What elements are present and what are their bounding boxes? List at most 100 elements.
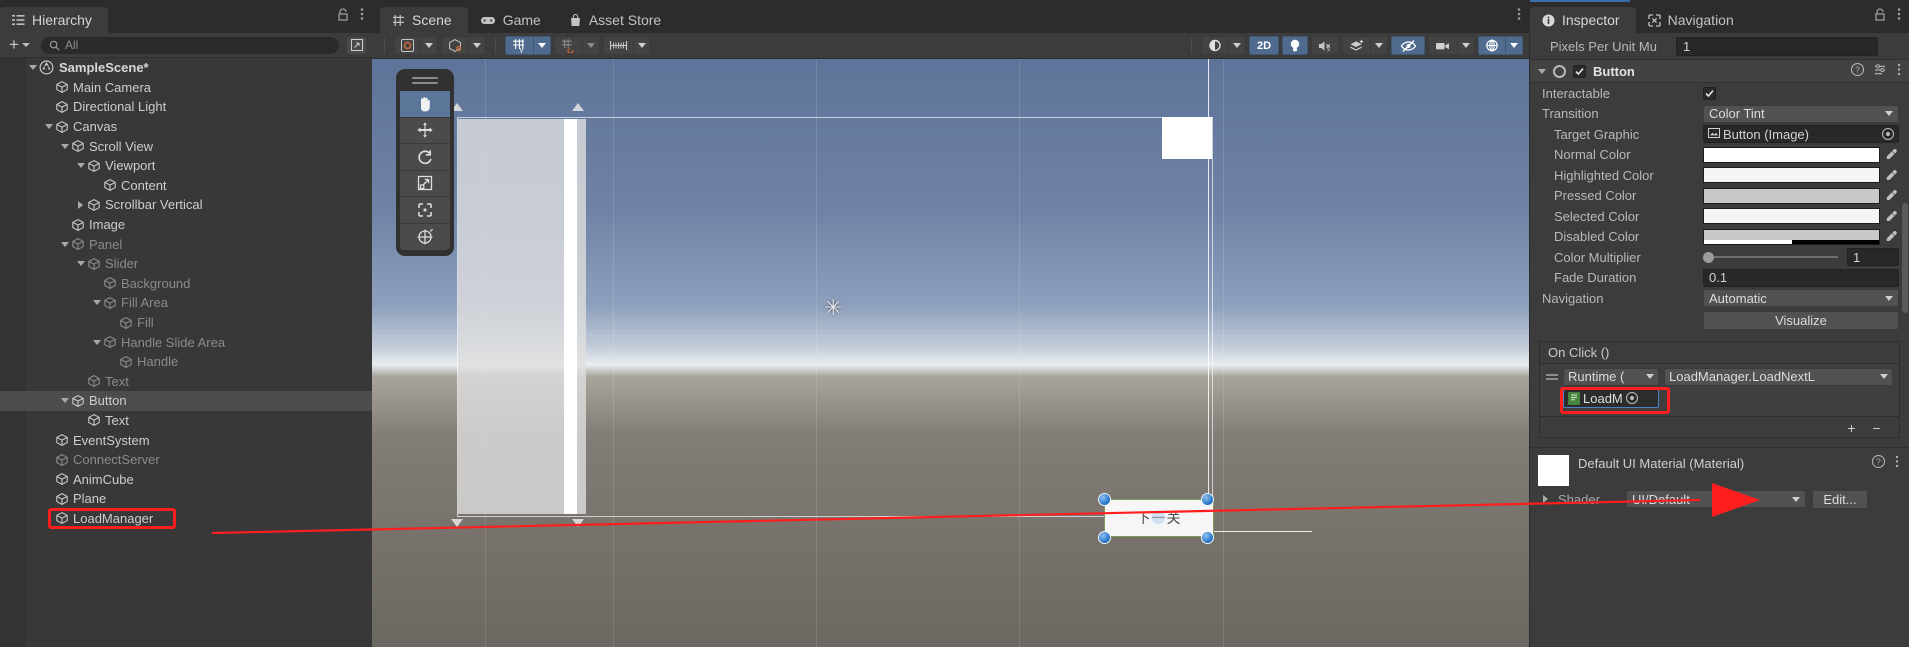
preset-icon[interactable] <box>1874 63 1887 79</box>
navigation-dropdown[interactable]: Automatic <box>1703 289 1899 308</box>
handle-rotation-button[interactable] <box>441 36 486 55</box>
hierarchy-item-handle-slide-area[interactable]: Handle Slide Area <box>0 332 372 352</box>
expand-toggle[interactable] <box>42 124 55 130</box>
canvas-handle-bl[interactable] <box>451 519 463 527</box>
disabled-color-swatch[interactable] <box>1703 228 1880 245</box>
hierarchy-item-panel[interactable]: Panel <box>0 234 372 254</box>
hand-tool[interactable] <box>400 91 450 118</box>
lock-icon[interactable] <box>337 7 349 24</box>
canvas-handle-bm[interactable] <box>572 519 584 527</box>
visualize-button[interactable]: Visualize <box>1703 311 1899 330</box>
kebab-menu-icon[interactable] <box>1517 7 1521 24</box>
eyedropper-button[interactable] <box>1883 189 1899 202</box>
shader-edit-button[interactable]: Edit... <box>1812 489 1868 509</box>
normal-color-swatch[interactable] <box>1703 146 1880 163</box>
expand-toggle[interactable] <box>74 163 87 169</box>
interactable-checkbox[interactable] <box>1703 86 1716 100</box>
grid-visibility-dropdown[interactable] <box>582 36 600 55</box>
scene-viewport[interactable]: ✳ <box>372 59 1529 647</box>
expand-toggle[interactable] <box>74 261 87 267</box>
help-icon[interactable]: ? <box>1871 454 1886 471</box>
slider-knob[interactable] <box>1703 252 1714 264</box>
kebab-menu-icon[interactable] <box>1895 455 1899 471</box>
pressed-color-swatch[interactable] <box>1703 187 1880 204</box>
tab-scene[interactable]: Scene <box>380 7 468 33</box>
collapse-toggle[interactable] <box>74 200 87 209</box>
scene-audio-button[interactable]: x <box>1311 36 1339 55</box>
expand-toggle[interactable] <box>58 143 71 149</box>
tab-inspector[interactable]: Inspector <box>1530 7 1636 33</box>
hierarchy-item-scrollbar-vertical[interactable]: Scrollbar Vertical <box>0 195 372 215</box>
event-function-dropdown[interactable]: LoadManager.LoadNextL <box>1664 367 1893 386</box>
hierarchy-item-button[interactable]: Button <box>0 391 372 411</box>
scene-fx-dropdown[interactable] <box>1370 36 1388 55</box>
hierarchy-item-plane[interactable]: Plane <box>0 489 372 509</box>
scene-lighting-button[interactable] <box>1282 36 1308 55</box>
rotate-tool[interactable] <box>400 144 450 171</box>
hierarchy-item-viewport[interactable]: Viewport <box>0 156 372 176</box>
event-target-object-field[interactable]: LoadM <box>1563 388 1659 408</box>
object-picker-icon[interactable] <box>1625 392 1638 404</box>
hierarchy-item-scroll-view[interactable]: Scroll View <box>0 136 372 156</box>
hierarchy-item-samplescene[interactable]: SampleScene* <box>0 58 372 78</box>
hierarchy-expand-button[interactable] <box>347 36 366 54</box>
expand-toggle[interactable] <box>26 65 39 71</box>
hierarchy-item-loadmanager[interactable]: LoadManager <box>0 507 372 529</box>
hierarchy-item-connectserver[interactable]: ConnectServer <box>0 450 372 470</box>
reorder-grip-icon[interactable] <box>1546 373 1558 380</box>
grid-axis-y-icon[interactable]: y <box>505 36 533 55</box>
expand-toggle[interactable] <box>58 398 71 404</box>
pivot-mode-button[interactable] <box>394 36 438 55</box>
expand-toggle[interactable] <box>90 339 103 345</box>
hierarchy-item-background[interactable]: Background <box>0 274 372 294</box>
material-foldout-toggle[interactable] <box>1538 495 1552 503</box>
gizmos-dropdown[interactable] <box>1505 36 1523 55</box>
resize-handle-tl[interactable] <box>1098 493 1111 506</box>
hierarchy-item-handle[interactable]: Handle <box>0 352 372 372</box>
chevron-down-icon[interactable] <box>1538 68 1546 74</box>
highlighted-color-swatch[interactable] <box>1703 167 1880 184</box>
eyedropper-button[interactable] <box>1883 210 1899 223</box>
expand-toggle[interactable] <box>90 300 103 306</box>
hierarchy-item-main-camera[interactable]: Main Camera <box>0 78 372 98</box>
shading-sphere-icon[interactable] <box>1201 36 1228 55</box>
hierarchy-item-text[interactable]: Text <box>0 411 372 431</box>
grid-snapping-dropdown[interactable] <box>533 36 551 55</box>
kebab-menu-icon[interactable] <box>360 7 364 24</box>
tab-asset-store[interactable]: Asset Store <box>557 7 677 33</box>
scene-shading-mode-button[interactable] <box>1201 36 1246 55</box>
add-gameobject-button[interactable]: + <box>6 35 33 55</box>
tab-navigation[interactable]: Navigation <box>1636 7 1750 33</box>
tab-hierarchy[interactable]: Hierarchy <box>0 7 108 33</box>
toggle-2d-button[interactable]: 2D <box>1249 36 1279 55</box>
resize-handle-bl[interactable] <box>1098 531 1111 544</box>
snap-increment-button[interactable] <box>603 36 651 55</box>
kebab-menu-icon[interactable] <box>1897 7 1901 24</box>
hierarchy-item-animcube[interactable]: AnimCube <box>0 469 372 489</box>
button-component-header[interactable]: Button ? <box>1530 59 1909 83</box>
hierarchy-item-fill[interactable]: Fill <box>0 313 372 333</box>
move-tool[interactable] <box>400 117 450 144</box>
tab-game[interactable]: Game <box>468 7 557 33</box>
fade-duration-input[interactable]: 0.1 <box>1703 268 1899 287</box>
hierarchy-item-directional-light[interactable]: Directional Light <box>0 97 372 117</box>
ruler-icon[interactable] <box>603 36 633 55</box>
hierarchy-tree[interactable]: SampleScene* Main Camera Directional Light… <box>0 58 372 647</box>
effects-layers-icon[interactable] <box>1342 36 1370 55</box>
target-graphic-object-field[interactable]: Button (Image) <box>1703 125 1899 144</box>
hierarchy-item-slider[interactable]: Slider <box>0 254 372 274</box>
palette-drag-handle[interactable] <box>412 77 438 85</box>
search-input[interactable]: All <box>40 36 339 54</box>
component-enabled-checkbox[interactable] <box>1573 64 1586 78</box>
transform-tool[interactable] <box>400 223 450 250</box>
camera-icon[interactable] <box>1428 36 1457 55</box>
transition-dropdown[interactable]: Color Tint <box>1703 104 1899 123</box>
hierarchy-item-image[interactable]: Image <box>0 215 372 235</box>
scene-fx-button[interactable] <box>1342 36 1388 55</box>
handle-rotation-dropdown[interactable] <box>468 36 486 55</box>
color-multiplier-input[interactable]: 1 <box>1847 248 1899 267</box>
scene-visibility-button[interactable] <box>1391 36 1425 55</box>
grid-visibility-button[interactable] <box>554 36 600 55</box>
eyedropper-button[interactable] <box>1883 169 1899 182</box>
gizmos-button[interactable] <box>1478 36 1523 55</box>
